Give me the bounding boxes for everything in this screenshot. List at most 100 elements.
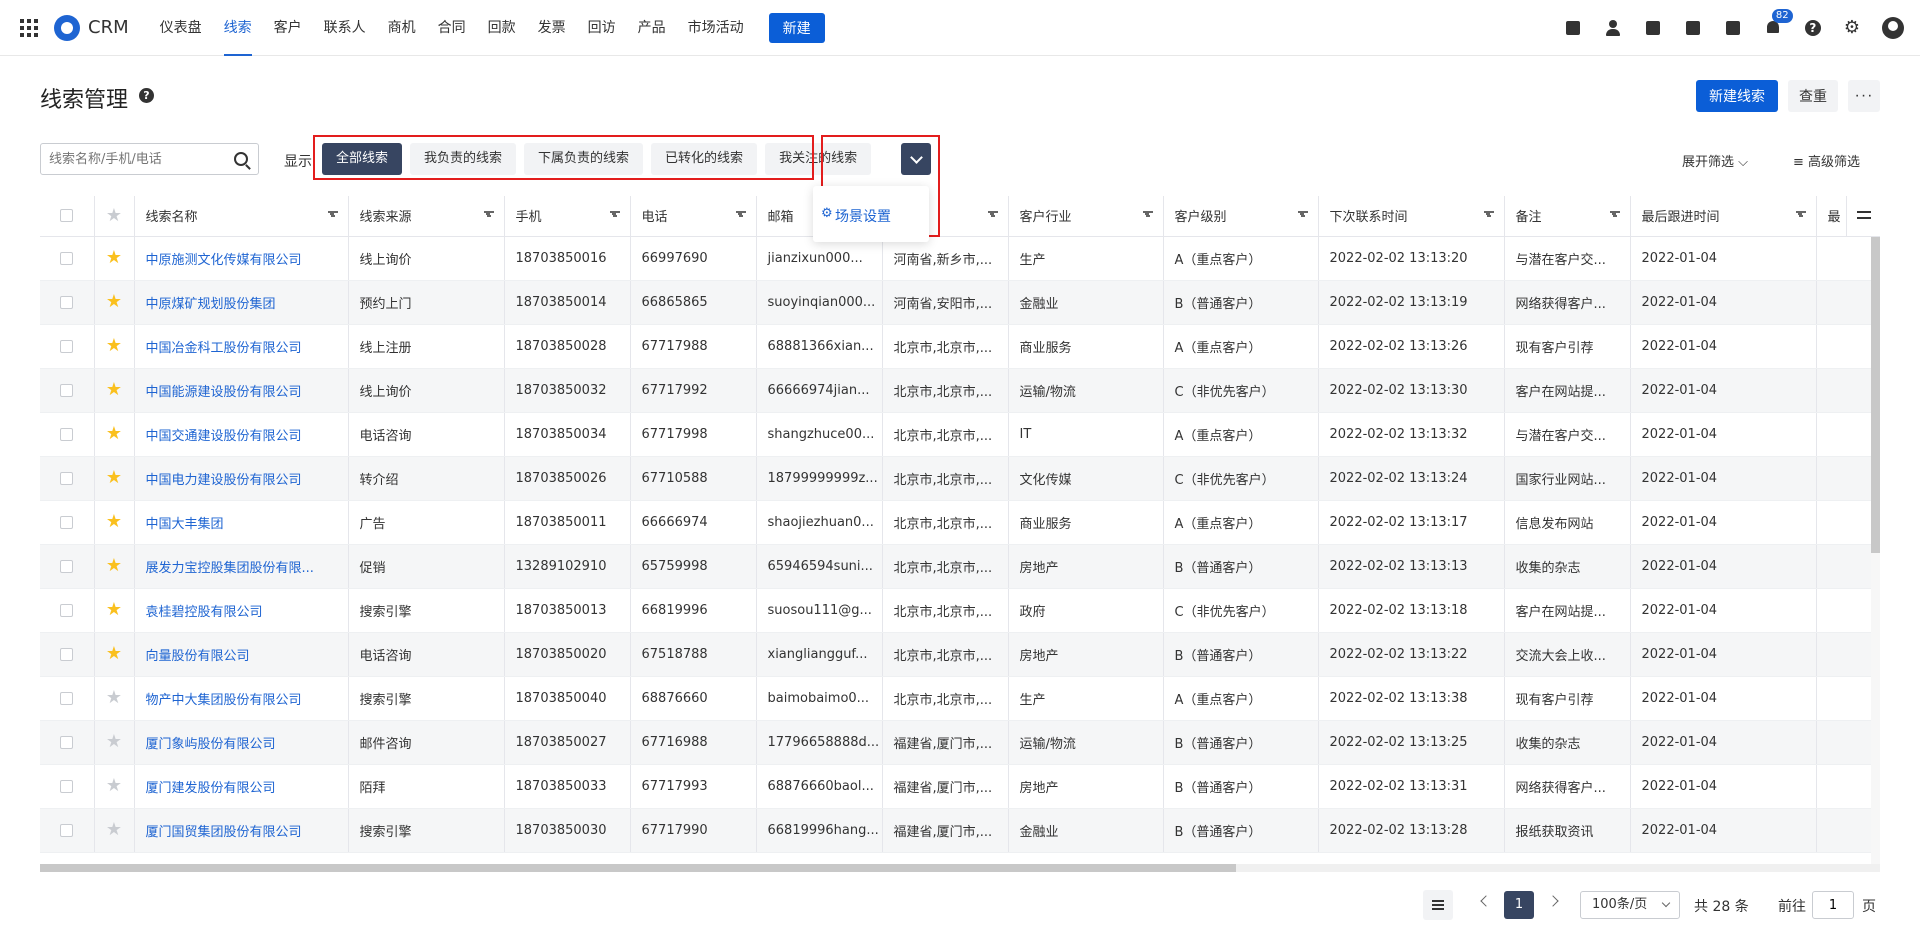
scene-followed-leads[interactable]: 我关注的线索 [765, 143, 872, 175]
filter-icon[interactable] [1609, 211, 1620, 219]
table-row[interactable]: ★ 物产中大集团股份有限公司 搜索引擎 18703850040 68876660 baim… [40, 676, 1880, 721]
avatar[interactable] [1882, 16, 1904, 39]
cell-name[interactable]: 中国大丰集团 [134, 500, 349, 545]
scene-subordinate-leads[interactable]: 下属负责的线索 [524, 143, 644, 175]
nav-item-payments[interactable]: 回款 [477, 0, 527, 56]
nav-item-visits[interactable]: 回访 [577, 0, 627, 56]
scene-all-leads[interactable]: 全部线索 [322, 143, 403, 175]
star-icon[interactable]: ★ [106, 423, 122, 444]
column-settings-icon[interactable] [1846, 196, 1880, 236]
col-header-level[interactable]: 客户级别 [1163, 196, 1319, 237]
col-header-mobile[interactable]: 手机 [504, 196, 631, 237]
cell-name[interactable]: 物产中大集团股份有限公司 [134, 676, 349, 721]
table-row[interactable]: ★ 中国冶金科工股份有限公司 线上注册 18703850028 67717988 6888… [40, 324, 1880, 369]
star-icon[interactable]: ★ [106, 511, 122, 532]
star-icon[interactable]: ★ [106, 335, 122, 356]
cell-name[interactable]: 中国能源建设股份有限公司 [134, 368, 349, 413]
more-button[interactable]: ··· [1848, 80, 1880, 112]
calendar-icon[interactable] [1724, 19, 1742, 37]
table-row[interactable]: ★ 袁桂碧控股有限公司 搜索引擎 18703850013 66819996 suosou1… [40, 588, 1880, 633]
table-row[interactable]: ★ 厦门象屿股份有限公司 邮件咨询 18703850027 67716988 177966… [40, 720, 1880, 765]
nav-item-opportunities[interactable]: 商机 [377, 0, 427, 56]
nav-new-button[interactable]: 新建 [768, 12, 825, 43]
nav-item-contracts[interactable]: 合同 [427, 0, 477, 56]
cell-name[interactable]: 中国电力建设股份有限公司 [134, 456, 349, 501]
star-icon[interactable]: ★ [106, 819, 122, 840]
cell-name[interactable]: 中原煤矿规划股份集团 [134, 280, 349, 325]
filter-icon[interactable] [609, 211, 620, 219]
star-icon[interactable]: ★ [106, 555, 122, 576]
next-page-icon[interactable] [1547, 895, 1559, 907]
star-icon[interactable]: ★ [106, 379, 122, 400]
col-header-next-contact[interactable]: 下次联系时间 [1318, 196, 1505, 237]
pager-menu-icon[interactable] [1423, 890, 1453, 920]
cell-name[interactable]: 中国冶金科工股份有限公司 [134, 324, 349, 369]
cell-name[interactable]: 向量股份有限公司 [134, 632, 349, 677]
scene-dropdown-toggle[interactable] [901, 143, 931, 175]
cell-name[interactable]: 厦门国贸集团股份有限公司 [134, 808, 349, 853]
document-icon[interactable] [1644, 19, 1662, 37]
nav-item-dashboard[interactable]: 仪表盘 [149, 0, 213, 56]
scene-settings-item[interactable]: 场景设置 [835, 206, 891, 226]
star-icon[interactable]: ★ [106, 247, 122, 268]
page-size-select[interactable]: 100条/页 [1580, 891, 1680, 919]
advanced-filter-button[interactable]: ≡ 高级筛选 [1793, 151, 1860, 170]
cell-name[interactable]: 袁桂碧控股有限公司 [134, 588, 349, 633]
star-icon[interactable]: ★ [106, 643, 122, 664]
select-all-checkbox[interactable] [60, 209, 74, 223]
current-page[interactable]: 1 [1504, 891, 1534, 919]
horizontal-scrollbar[interactable] [40, 864, 1880, 872]
row-checkbox[interactable] [60, 471, 74, 485]
user-icon[interactable] [1604, 19, 1622, 37]
new-lead-button[interactable]: 新建线索 [1696, 80, 1778, 112]
filter-icon[interactable] [987, 211, 998, 219]
filter-icon[interactable] [1795, 211, 1806, 219]
row-checkbox[interactable] [60, 295, 74, 309]
row-checkbox[interactable] [60, 691, 74, 705]
star-icon[interactable]: ★ [106, 775, 122, 796]
row-checkbox[interactable] [60, 515, 74, 529]
scene-converted-leads[interactable]: 已转化的线索 [651, 143, 758, 175]
filter-icon[interactable] [1483, 211, 1494, 219]
row-checkbox[interactable] [60, 251, 74, 265]
cell-name[interactable]: 中国交通建设股份有限公司 [134, 412, 349, 457]
goto-page-input[interactable] [1812, 891, 1854, 919]
filter-icon[interactable] [1142, 211, 1153, 219]
search-icon[interactable] [234, 152, 248, 166]
task-icon[interactable] [1564, 19, 1582, 37]
star-icon[interactable]: ★ [106, 687, 122, 708]
table-row[interactable]: ★ 中原煤矿规划股份集团 预约上门 18703850014 66865865 suoyin… [40, 280, 1880, 325]
nav-item-campaigns[interactable]: 市场活动 [677, 0, 755, 56]
table-row[interactable]: ★ 厦门国贸集团股份有限公司 搜索引擎 18703850030 67717990 6681… [40, 808, 1880, 853]
settings-gear-icon[interactable]: ⚙ [1844, 18, 1860, 37]
bell-icon[interactable]: 82 [1764, 8, 1793, 37]
nav-item-leads[interactable]: 线索 [213, 0, 263, 56]
nav-item-invoices[interactable]: 发票 [527, 0, 577, 56]
phone-icon[interactable] [1684, 19, 1702, 37]
table-row[interactable]: ★ 向量股份有限公司 电话咨询 18703850020 67518788 xianglia… [40, 632, 1880, 677]
question-help-icon[interactable]: ? [139, 88, 154, 103]
star-icon[interactable]: ★ [106, 467, 122, 488]
col-header-source[interactable]: 线索来源 [348, 196, 505, 237]
row-checkbox[interactable] [60, 559, 74, 573]
col-header-phone[interactable]: 电话 [630, 196, 757, 237]
row-checkbox[interactable] [60, 339, 74, 353]
dedupe-button[interactable]: 查重 [1788, 80, 1838, 112]
search-input[interactable] [41, 144, 221, 174]
row-checkbox[interactable] [60, 383, 74, 397]
scene-my-leads[interactable]: 我负责的线索 [410, 143, 517, 175]
row-checkbox[interactable] [60, 735, 74, 749]
star-icon[interactable]: ★ [106, 731, 122, 752]
nav-item-contacts[interactable]: 联系人 [313, 0, 377, 56]
table-row[interactable]: ★ 展发力宝控股集团股份有限... 促销 13289102910 65759998 659… [40, 544, 1880, 589]
row-checkbox[interactable] [60, 603, 74, 617]
horizontal-scroll-thumb[interactable] [40, 864, 1236, 872]
cell-name[interactable]: 展发力宝控股集团股份有限... [134, 544, 349, 589]
vertical-scroll-thumb[interactable] [1871, 237, 1880, 553]
expand-filter-button[interactable]: 展开筛选 ⌵ [1682, 151, 1748, 170]
star-icon[interactable]: ★ [106, 599, 122, 620]
filter-icon[interactable] [483, 211, 494, 219]
cell-name[interactable]: 中原施测文化传媒有限公司 [134, 236, 349, 281]
star-icon[interactable]: ★ [106, 291, 122, 312]
table-row[interactable]: ★ 中国电力建设股份有限公司 转介绍 18703850026 67710588 18799… [40, 456, 1880, 501]
